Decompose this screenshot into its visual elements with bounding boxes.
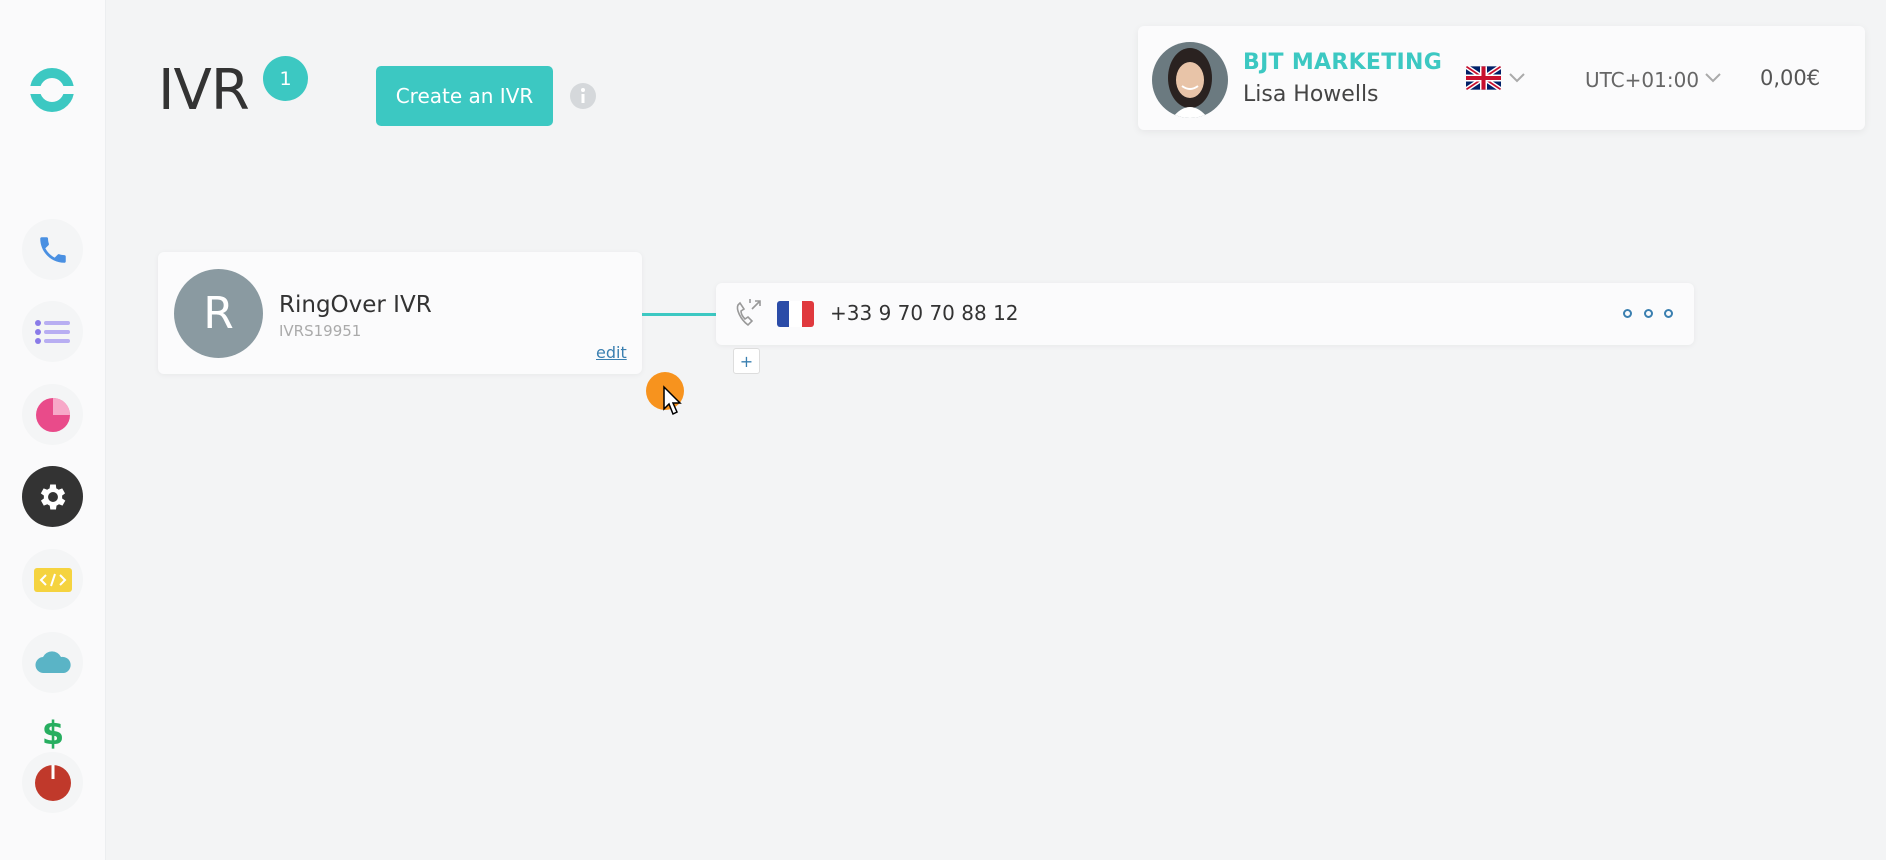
cloud-icon (34, 650, 71, 673)
ivr-name: RingOver IVR (279, 292, 432, 318)
phone-forward-icon (730, 297, 764, 331)
page-title: IVR (158, 58, 250, 123)
ringover-logo-icon[interactable] (29, 67, 75, 113)
sidebar-item-cloud[interactable] (22, 632, 83, 693)
ivr-connector-line (642, 313, 718, 316)
company-name: BJT MARKETING (1243, 50, 1443, 75)
sidebar-item-list[interactable] (22, 301, 83, 362)
dot (1643, 308, 1653, 318)
user-panel: BJT MARKETING Lisa Howells UTC+01:00 0,0… (1138, 26, 1865, 130)
phone-icon (39, 236, 66, 263)
add-number-button[interactable]: + (733, 348, 760, 374)
timezone-select[interactable]: UTC+01:00 (1585, 68, 1699, 92)
info-icon[interactable] (568, 82, 598, 112)
sidebar-item-phone[interactable] (22, 219, 83, 280)
sidebar-item-developer[interactable] (22, 549, 83, 610)
svg-text:$: $ (41, 714, 63, 750)
ivr-card[interactable]: R RingOver IVR IVRS19951 edit (158, 252, 642, 374)
sidebar-item-settings[interactable] (22, 466, 83, 527)
sidebar-item-billing[interactable]: $ (22, 712, 83, 752)
account-balance: 0,00€ (1760, 66, 1821, 90)
ivr-count-badge: 1 (263, 56, 308, 101)
edit-ivr-link[interactable]: edit (596, 343, 627, 362)
dot (1664, 308, 1673, 318)
avatar[interactable] (1152, 42, 1228, 118)
list-icon (34, 319, 70, 344)
gear-icon (40, 484, 65, 509)
code-icon (33, 567, 72, 592)
uk-flag-icon[interactable] (1466, 66, 1501, 90)
create-ivr-button[interactable]: Create an IVR (376, 66, 553, 126)
fr-flag-icon (777, 301, 814, 327)
pie-chart-icon (35, 397, 70, 432)
sidebar-item-logout[interactable] (22, 752, 83, 813)
ivr-id: IVRS19951 (279, 322, 362, 340)
phone-number: +33 9 70 70 88 12 (830, 301, 1019, 325)
more-options-button[interactable] (1623, 305, 1673, 321)
power-icon (34, 764, 71, 801)
ivr-avatar: R (174, 269, 263, 358)
chevron-down-icon[interactable] (1704, 72, 1722, 84)
mouse-cursor-icon (663, 385, 682, 416)
sidebar-item-stats[interactable] (22, 384, 83, 445)
phone-number-card[interactable]: +33 9 70 70 88 12 (716, 283, 1694, 345)
dot (1623, 308, 1632, 318)
sidebar: $ (0, 0, 106, 860)
dollar-icon: $ (41, 714, 63, 750)
user-name: Lisa Howells (1243, 82, 1379, 107)
chevron-down-icon[interactable] (1508, 72, 1526, 84)
